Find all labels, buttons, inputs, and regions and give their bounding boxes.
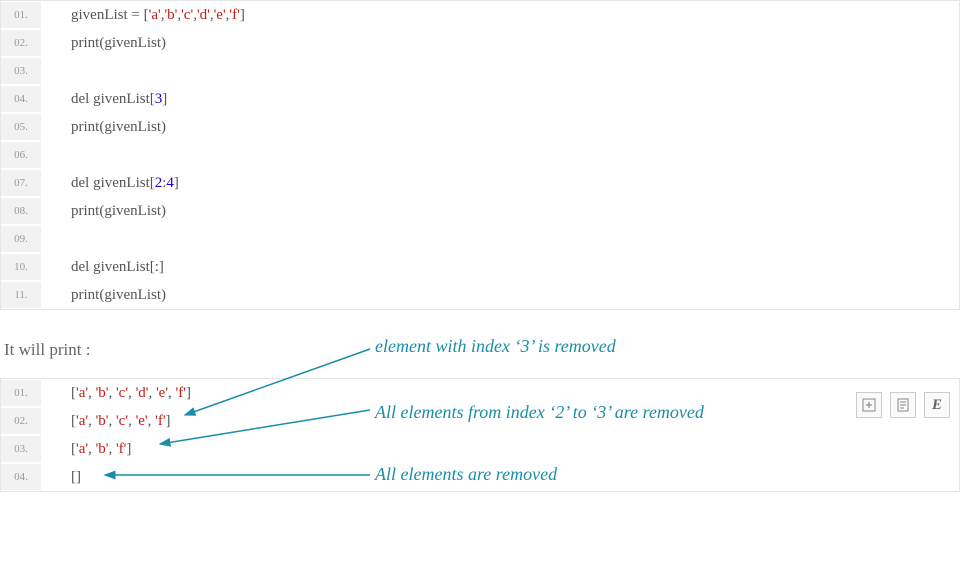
line-number: 01. xyxy=(1,380,41,406)
line-number: 09. xyxy=(1,226,41,252)
code-block-source: 01.givenList = ['a','b','c','d','e','f']… xyxy=(0,0,960,310)
line-code: print(givenList) xyxy=(41,198,959,225)
code-line: 06. xyxy=(1,141,959,169)
line-code xyxy=(41,58,959,85)
annotation-all-removed: All elements are removed xyxy=(375,464,557,485)
annotation-index-2-3: All elements from index ‘2’ to ‘3’ are r… xyxy=(375,402,704,423)
line-code xyxy=(41,226,959,253)
toolbar-doc-button[interactable] xyxy=(890,392,916,418)
line-number: 06. xyxy=(1,142,41,168)
line-number: 04. xyxy=(1,464,41,490)
annotation-index-3: element with index ‘3’ is removed xyxy=(375,336,616,357)
code-line: 11.print(givenList) xyxy=(1,281,959,309)
code-line: 08.print(givenList) xyxy=(1,197,959,225)
line-number: 05. xyxy=(1,114,41,140)
line-code: givenList = ['a','b','c','d','e','f'] xyxy=(41,2,959,29)
output-wrap: 01.['a', 'b', 'c', 'd', 'e', 'f']02.['a'… xyxy=(0,378,960,492)
code-line: 03. xyxy=(1,57,959,85)
toolbar-e-button[interactable]: E xyxy=(924,392,950,418)
line-number: 02. xyxy=(1,30,41,56)
line-number: 01. xyxy=(1,2,41,28)
line-number: 08. xyxy=(1,198,41,224)
code-line: 09. xyxy=(1,225,959,253)
line-code: print(givenList) xyxy=(41,114,959,141)
line-number: 03. xyxy=(1,58,41,84)
code-line: 04.del givenList[3] xyxy=(1,85,959,113)
line-number: 02. xyxy=(1,408,41,434)
line-number: 04. xyxy=(1,86,41,112)
code-line: 01.givenList = ['a','b','c','d','e','f'] xyxy=(1,1,959,29)
line-code: print(givenList) xyxy=(41,30,959,57)
line-number: 10. xyxy=(1,254,41,280)
line-code: ['a', 'b', 'f'] xyxy=(41,436,959,463)
toolbar-plus-button[interactable] xyxy=(856,392,882,418)
code-toolbar: E xyxy=(856,392,950,418)
code-line: 03.['a', 'b', 'f'] xyxy=(1,435,959,463)
line-code: del givenList[3] xyxy=(41,86,959,113)
line-code: del givenList[2:4] xyxy=(41,170,959,197)
line-number: 11. xyxy=(1,282,41,308)
code-line: 05.print(givenList) xyxy=(1,113,959,141)
code-line: 07.del givenList[2:4] xyxy=(1,169,959,197)
code-line: 02.print(givenList) xyxy=(1,29,959,57)
line-code xyxy=(41,142,959,169)
line-code: del givenList[:] xyxy=(41,254,959,281)
line-code: print(givenList) xyxy=(41,282,959,309)
line-number: 03. xyxy=(1,436,41,462)
line-number: 07. xyxy=(1,170,41,196)
code-line: 10.del givenList[:] xyxy=(1,253,959,281)
